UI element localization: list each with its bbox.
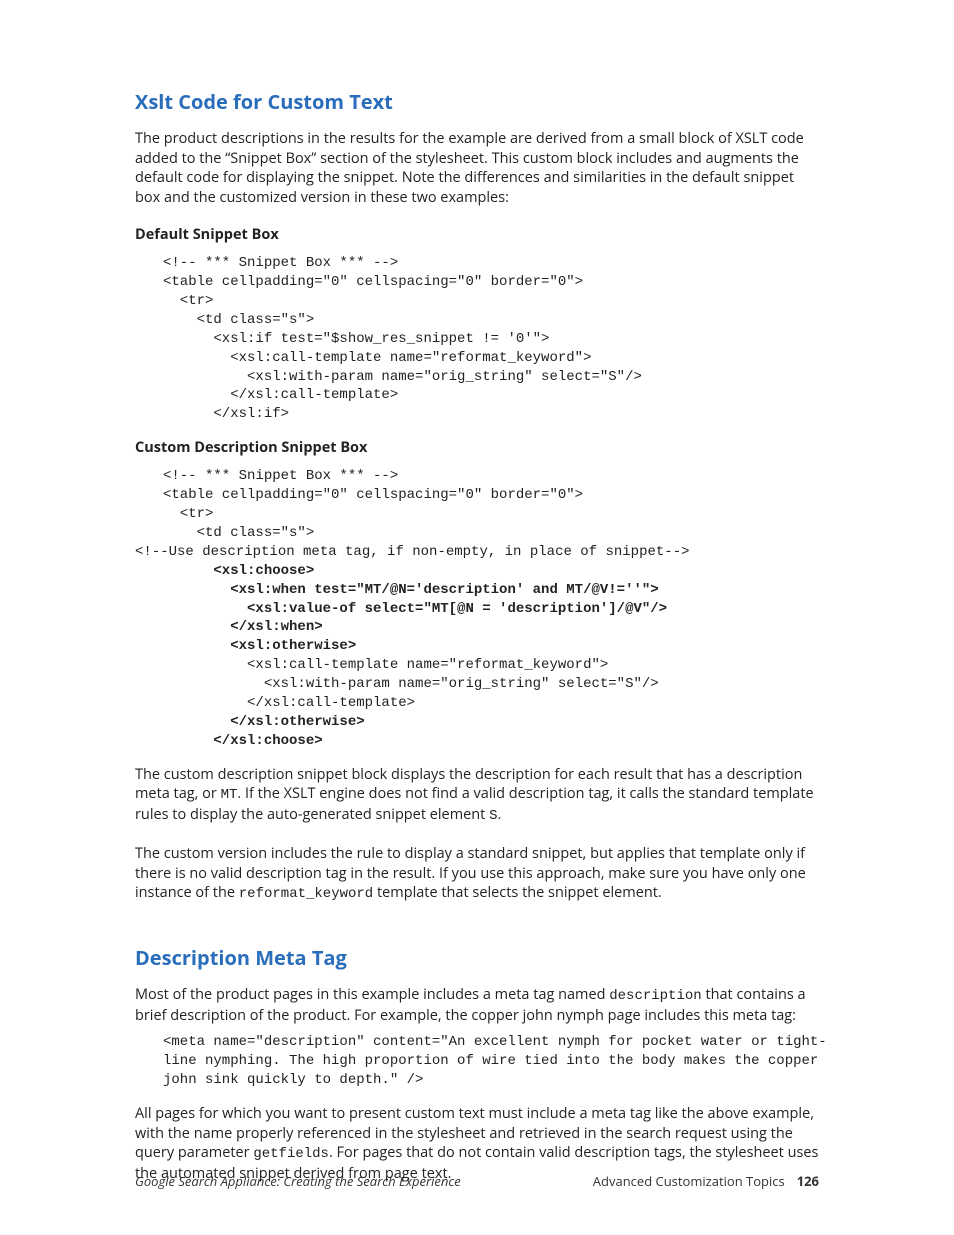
code-line: <!-- *** Snippet Box *** --> <table cell… <box>163 468 583 541</box>
inline-code-mt: MT <box>221 787 238 803</box>
subheading-custom-snippet: Custom Description Snippet Box <box>135 438 819 457</box>
section-heading-meta-tag: Description Meta Tag <box>135 944 819 971</box>
code-line-bold: <xsl:otherwise> <box>163 638 356 654</box>
intro-paragraph: The product descriptions in the results … <box>135 129 819 207</box>
code-block-custom-snippet: <!-- *** Snippet Box *** --> <table cell… <box>135 467 819 750</box>
code-line-bold: </xsl:otherwise> <box>163 714 365 730</box>
paragraph-meta-intro: Most of the product pages in this exampl… <box>135 985 819 1025</box>
inline-code-description: description <box>609 988 701 1004</box>
code-line-bold: <xsl:when test="MT/@N='description' and … <box>163 582 659 598</box>
text-run: . <box>498 805 502 824</box>
footer-right: Advanced Customization Topics 126 <box>593 1172 819 1190</box>
code-line-bold: <xsl:value-of select="MT[@N = 'descripti… <box>163 601 667 617</box>
code-line-bold: </xsl:when> <box>163 619 323 635</box>
inline-code-s: S <box>489 808 497 824</box>
text-run: Most of the product pages in this exampl… <box>135 985 609 1004</box>
section-heading-xslt: Xslt Code for Custom Text <box>135 88 819 115</box>
code-line-bold: <xsl:choose> <box>163 563 314 579</box>
code-block-meta-tag: <meta name="description" content="An exc… <box>135 1033 819 1090</box>
paragraph-custom-version: The custom version includes the rule to … <box>135 844 819 904</box>
page-footer: Google Search Appliance: Creating the Se… <box>135 1172 819 1190</box>
subheading-default-snippet: Default Snippet Box <box>135 225 819 244</box>
inline-code-getfields: getfields <box>253 1146 329 1162</box>
text-run: template that selects the snippet elemen… <box>373 883 662 902</box>
document-page: Xslt Code for Custom Text The product de… <box>0 0 954 1235</box>
footer-section-label: Advanced Customization Topics <box>593 1172 785 1190</box>
footer-doc-title: Google Search Appliance: Creating the Se… <box>135 1172 461 1190</box>
code-line-comment: <!--Use description meta tag, if non-emp… <box>135 544 690 560</box>
code-block-default-snippet: <!-- *** Snippet Box *** --> <table cell… <box>135 254 819 424</box>
code-line: <xsl:call-template name="reformat_keywor… <box>163 657 659 711</box>
footer-page-number: 126 <box>797 1172 819 1190</box>
code-line-bold: </xsl:choose> <box>163 733 323 749</box>
text-run: . If the XSLT engine does not find a val… <box>135 784 814 824</box>
paragraph-custom-desc: The custom description snippet block dis… <box>135 765 819 826</box>
inline-code-reformat-keyword: reformat_keyword <box>239 886 373 902</box>
